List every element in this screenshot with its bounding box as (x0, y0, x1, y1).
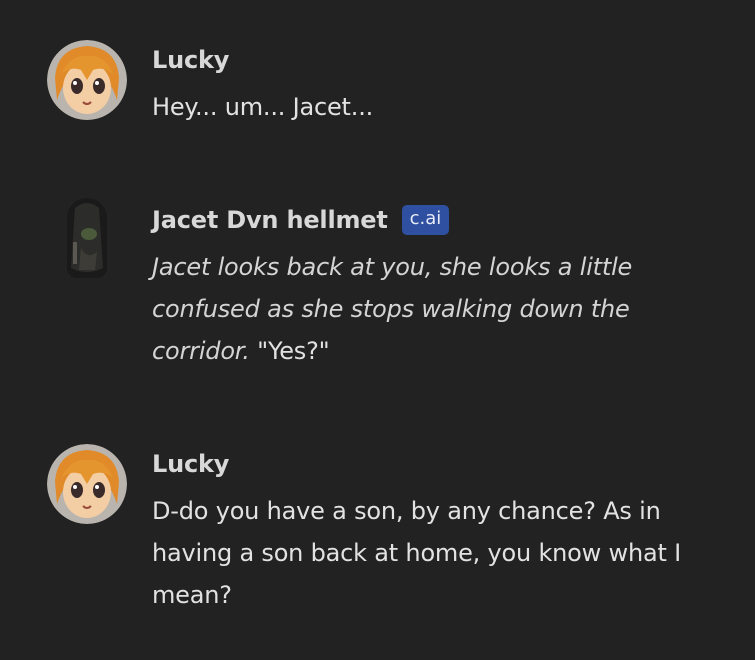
author-name[interactable]: Lucky (152, 46, 229, 74)
message: Jacet Dvn hellmet c.ai Jacet looks back … (47, 198, 727, 378)
message: Lucky D-do you have a son, by any chance… (47, 444, 727, 624)
author-row: Jacet Dvn hellmet c.ai (152, 204, 712, 236)
author-name[interactable]: Lucky (152, 450, 229, 478)
author-name[interactable]: Jacet Dvn hellmet (152, 206, 388, 234)
message-text: Hey... um... Jacet... (152, 93, 374, 121)
author-row: Lucky (152, 44, 712, 76)
message-content: Lucky Hey... um... Jacet... (152, 40, 712, 128)
hooded-figure-avatar-icon[interactable] (67, 198, 107, 278)
anime-girl-avatar-icon[interactable] (47, 40, 127, 120)
chat-thread: Lucky Hey... um... Jacet... Jacet Dvn he… (0, 0, 755, 660)
message-narration: Jacet looks back at you, she looks a lit… (152, 253, 633, 365)
anime-girl-avatar-icon[interactable] (47, 444, 127, 524)
message-content: Jacet Dvn hellmet c.ai Jacet looks back … (152, 198, 712, 372)
message-text: D-do you have a son, by any chance? As i… (152, 497, 681, 609)
author-row: Lucky (152, 448, 712, 480)
message-text: Jacet looks back at you, she looks a lit… (152, 246, 712, 372)
message: Lucky Hey... um... Jacet... (47, 40, 727, 130)
ai-badge: c.ai (401, 205, 450, 235)
message-content: Lucky D-do you have a son, by any chance… (152, 444, 712, 616)
message-dialogue: "Yes?" (249, 337, 330, 365)
